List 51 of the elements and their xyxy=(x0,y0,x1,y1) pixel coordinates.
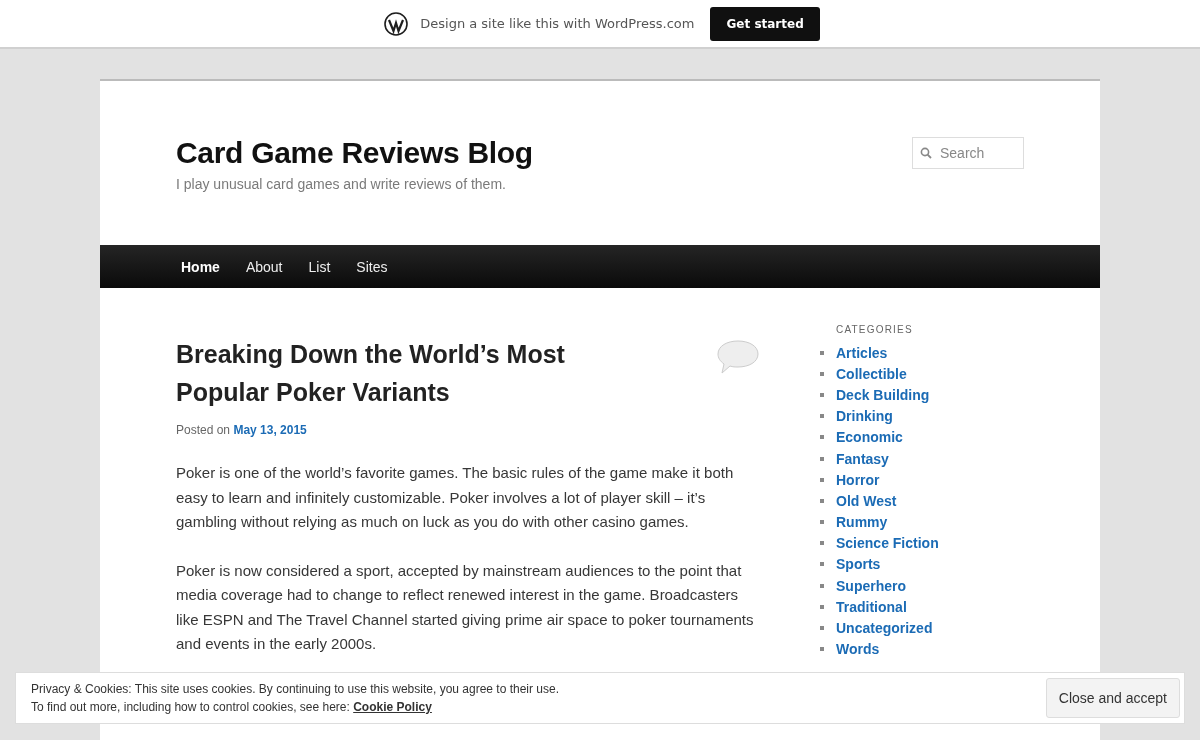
category-link[interactable]: Horror xyxy=(836,471,880,488)
bullet-icon xyxy=(820,541,824,546)
post-date-link[interactable]: May 13, 2015 xyxy=(233,423,307,437)
bullet-icon xyxy=(820,626,824,631)
category-link[interactable]: Drinking xyxy=(836,408,893,425)
bullet-icon xyxy=(820,456,824,461)
cookie-policy-link[interactable]: Cookie Policy xyxy=(353,700,432,714)
category-link[interactable]: Superhero xyxy=(836,577,906,594)
comment-bubble-icon[interactable] xyxy=(716,339,760,375)
category-link[interactable]: Uncategorized xyxy=(836,620,933,637)
site-title[interactable]: Card Game Reviews Blog xyxy=(176,136,533,170)
category-link[interactable]: Traditional xyxy=(836,598,907,615)
cookie-notice-text: To find out more, including how to control cookies, see here: xyxy=(31,700,350,714)
categories-heading: CATEGORIES xyxy=(836,324,914,335)
category-link[interactable]: Fantasy xyxy=(836,450,889,467)
bullet-icon xyxy=(820,477,824,482)
bullet-icon xyxy=(820,350,824,355)
post-paragraph: Poker is now considered a sport, accepted by mainstream audiences to the point that media coverage had to change to reflect renewed interest in the game. Broadcasters like ESPN and The Travel Channel started giving prime air space to poker tournaments and events in the early 2000s. xyxy=(176,560,755,654)
cookie-notice-text: Privacy & Cookies: This site uses cookies. By continuing to use this website, you agree to their use. xyxy=(31,681,560,698)
category-link[interactable]: Words xyxy=(836,641,880,658)
posted-label: Posted on xyxy=(176,423,231,437)
bullet-icon xyxy=(820,392,824,397)
nav-link[interactable]: About xyxy=(232,258,296,275)
site-tagline: I play unusual card games and write reviews of them. xyxy=(176,176,507,192)
bullet-icon xyxy=(820,520,824,525)
category-link[interactable]: Articles xyxy=(836,344,888,361)
bullet-icon xyxy=(820,435,824,440)
search-field[interactable]: Search xyxy=(912,137,1024,169)
bullet-icon xyxy=(820,604,824,609)
bullet-icon xyxy=(820,647,824,652)
bullet-icon xyxy=(820,498,824,503)
wordpress-logo-icon xyxy=(384,11,409,36)
category-link[interactable]: Science Fiction xyxy=(836,535,939,552)
category-link[interactable]: Rummy xyxy=(836,514,888,531)
bullet-icon xyxy=(820,414,824,419)
post-paragraph: Poker is one of the world’s favorite games. The basic rules of the game make it both easy to learn and infinitely customizable. Poker involves a lot of player skill – it’s gambling without relying as much on luck as you do with other casino games. xyxy=(176,463,735,532)
category-link[interactable]: Sports xyxy=(836,556,881,573)
category-link[interactable]: Old West xyxy=(836,492,897,509)
bullet-icon xyxy=(820,583,824,588)
bullet-icon xyxy=(820,562,824,567)
bullet-icon xyxy=(820,371,824,376)
nav-link[interactable]: Sites xyxy=(343,258,401,275)
promo-text: Design a site like this with WordPress.com xyxy=(420,16,695,31)
category-link[interactable]: Economic xyxy=(836,429,903,446)
post-title[interactable]: Breaking Down the World’s Most Popular Poker Variants xyxy=(176,335,646,411)
nav-link[interactable]: Home xyxy=(168,258,233,275)
close-and-accept-button[interactable]: Close and accept xyxy=(1045,678,1180,718)
nav-link[interactable]: List xyxy=(295,258,344,275)
category-link[interactable]: Collectible xyxy=(836,365,907,382)
category-link[interactable]: Deck Building xyxy=(836,386,930,403)
get-started-button[interactable]: Get started xyxy=(710,6,820,41)
